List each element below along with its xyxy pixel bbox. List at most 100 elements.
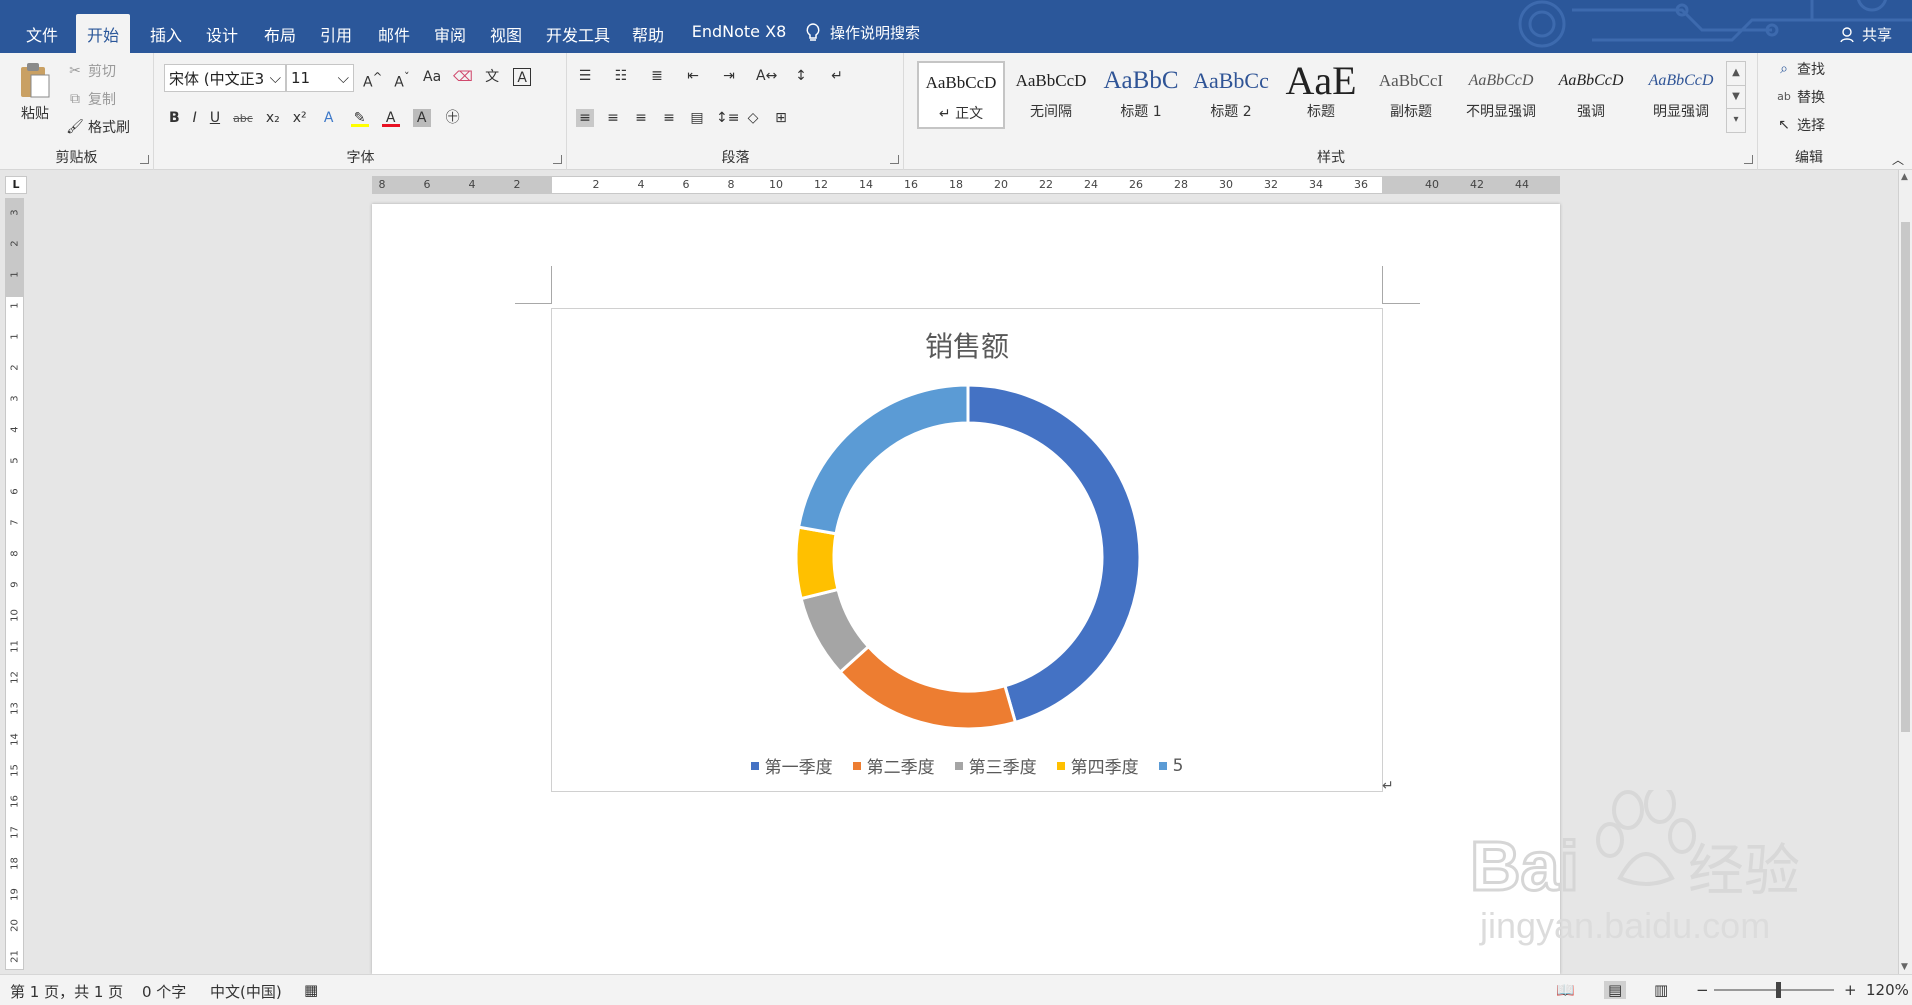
strikethrough-button[interactable]: abc (233, 112, 253, 125)
select-button[interactable]: ↖ 选择 (1775, 115, 1825, 135)
multilevel-list-icon[interactable]: ≣ (648, 67, 666, 85)
tab-11[interactable]: EndNote X8 (686, 14, 792, 53)
borders-icon[interactable]: ⊞ (772, 109, 790, 127)
vertical-ruler[interactable]: 3 2 1 1 1 2 3 4 5 6 7 8 9 10 11 12 13 14 15 16 17 18 19 20 21 (5, 198, 24, 970)
align-left-icon[interactable]: ≡ (576, 109, 594, 127)
style-item[interactable]: AaBbCcI 副标题 (1367, 61, 1455, 129)
align-right-icon[interactable]: ≡ (632, 109, 650, 127)
format-painter-button[interactable]: 🖌 格式刷 (66, 117, 130, 137)
legend-item[interactable]: 5 (1158, 753, 1183, 778)
share-button[interactable]: 共享 (1840, 24, 1892, 45)
doughnut-chart[interactable] (552, 309, 1384, 729)
align-center-icon[interactable]: ≡ (604, 109, 622, 127)
style-item[interactable]: AaBbCc 标题 2 (1187, 61, 1275, 129)
tab-4[interactable]: 布局 (258, 14, 302, 53)
doughnut-slice-4[interactable] (796, 383, 970, 536)
underline-button[interactable]: U (210, 110, 220, 126)
tab-1[interactable]: 开始 (76, 14, 130, 53)
superscript-button[interactable]: x² (293, 110, 307, 126)
legend-item[interactable]: 第四季度 (1056, 753, 1139, 778)
enclose-character-icon[interactable]: ㊉ (444, 109, 462, 127)
legend-item[interactable]: 第三季度 (954, 753, 1037, 778)
styles-launcher[interactable] (1744, 155, 1753, 164)
doughnut-slice-1[interactable] (838, 644, 1018, 729)
highlight-icon[interactable]: ✎ (350, 109, 369, 127)
style-item[interactable]: AaBbCcD ↵ 正文 (917, 61, 1005, 129)
character-border-icon[interactable]: A (513, 68, 532, 86)
tab-3[interactable]: 设计 (200, 14, 244, 53)
language-indicator[interactable]: 中文(中国) (210, 981, 282, 1002)
gallery-up-icon[interactable]: ▲ (1727, 62, 1745, 86)
find-button[interactable]: ⌕ 查找 (1775, 59, 1825, 79)
paragraph-launcher[interactable] (890, 155, 899, 164)
tab-10[interactable]: 帮助 (626, 14, 670, 53)
legend-item[interactable]: 第一季度 (750, 753, 833, 778)
character-shading-icon[interactable]: A (412, 109, 431, 127)
shading-icon[interactable]: ◇ (744, 109, 762, 127)
font-size-combo[interactable]: 11 ⌵ (286, 64, 354, 92)
legend-item[interactable]: 第二季度 (852, 753, 935, 778)
paste-button[interactable]: 粘贴 (18, 61, 52, 123)
scroll-thumb[interactable] (1901, 222, 1910, 732)
text-effects-icon[interactable]: A (320, 109, 338, 127)
doughnut-slice-0[interactable] (966, 383, 1142, 725)
replace-button[interactable]: ab 替换 (1775, 87, 1825, 107)
print-layout-icon[interactable]: ▤ (1604, 981, 1627, 999)
decrease-indent-icon[interactable]: ⇤ (684, 67, 702, 85)
gallery-more-icon[interactable]: ▾ (1727, 109, 1745, 132)
clear-formatting-icon[interactable]: ⌫ (453, 68, 473, 86)
show-marks-icon[interactable]: ↵ (828, 67, 846, 85)
doughnut-slice-3[interactable] (794, 525, 840, 601)
font-launcher[interactable] (553, 155, 562, 164)
zoom-out-button[interactable]: − (1696, 981, 1709, 999)
copy-button[interactable]: ⧉ 复制 (66, 89, 116, 109)
tab-0[interactable]: 文件 (22, 14, 62, 53)
style-item[interactable]: AaBbCcD 强调 (1547, 61, 1635, 129)
scroll-down-icon[interactable]: ▼ (1901, 962, 1908, 972)
scroll-up-icon[interactable]: ▲ (1901, 172, 1908, 182)
zoom-slider-thumb[interactable] (1776, 982, 1781, 998)
subscript-button[interactable]: x₂ (266, 110, 280, 126)
zoom-level[interactable]: 120% (1866, 981, 1909, 999)
macro-icon[interactable]: ▦ (304, 981, 318, 999)
read-mode-icon[interactable]: 📖 (1556, 981, 1575, 999)
tab-5[interactable]: 引用 (314, 14, 358, 53)
web-layout-icon[interactable]: ▥ (1654, 981, 1668, 999)
phonetic-guide-icon[interactable]: 文 (483, 68, 501, 86)
gallery-down-icon[interactable]: ▼ (1727, 86, 1745, 110)
justify-icon[interactable]: ≡ (660, 109, 678, 127)
zoom-in-button[interactable]: + (1844, 981, 1857, 999)
tell-me-search[interactable]: 操作说明搜索 (806, 22, 920, 43)
tab-6[interactable]: 邮件 (372, 14, 416, 53)
tab-2[interactable]: 插入 (144, 14, 188, 53)
word-count[interactable]: 0 个字 (142, 981, 186, 1002)
style-item[interactable]: AaBbCcD 明显强调 (1637, 61, 1725, 129)
style-item[interactable]: AaE 标题 (1277, 61, 1365, 129)
chart-object[interactable]: 销售额 第一季度 第二季度 第三季度 第四季度 5 (551, 308, 1383, 792)
horizontal-ruler[interactable]: 8 6 4 2 2 4 6 8 10 12 14 16 18 20 22 24 26 28 30 32 34 36 40 42… (372, 176, 1560, 194)
change-case-button[interactable]: Aa (423, 69, 441, 85)
sort-icon[interactable]: ↕ (792, 67, 810, 85)
tab-8[interactable]: 视图 (484, 14, 528, 53)
line-spacing-icon[interactable]: ↕≡ (716, 109, 739, 127)
grow-font-icon[interactable]: A^ (363, 68, 382, 91)
bullets-icon[interactable]: ☰ (576, 67, 594, 85)
style-item[interactable]: AaBbCcD 无间隔 (1007, 61, 1095, 129)
vertical-scrollbar[interactable]: ▲ ▼ (1898, 170, 1912, 974)
increase-indent-icon[interactable]: ⇥ (720, 67, 738, 85)
bold-button[interactable]: B (169, 110, 180, 126)
collapse-ribbon-icon[interactable]: ︿ (1892, 151, 1904, 168)
style-item[interactable]: AaBbC 标题 1 (1097, 61, 1185, 129)
distributed-icon[interactable]: ▤ (688, 109, 706, 127)
chart-legend[interactable]: 第一季度 第二季度 第三季度 第四季度 5 (552, 753, 1382, 778)
text-direction-icon[interactable]: A↔ (756, 67, 777, 85)
tab-7[interactable]: 审阅 (428, 14, 472, 53)
font-color-icon[interactable]: A (381, 109, 400, 127)
page-count[interactable]: 第 1 页，共 1 页 (10, 981, 123, 1002)
tab-9[interactable]: 开发工具 (540, 14, 616, 53)
cut-button[interactable]: ✂ 剪切 (66, 61, 116, 81)
style-item[interactable]: AaBbCcD 不明显强调 (1457, 61, 1545, 129)
shrink-font-icon[interactable]: Aˇ (393, 68, 411, 91)
numbering-icon[interactable]: ☷ (612, 67, 630, 85)
tab-selector[interactable]: L (5, 176, 27, 194)
